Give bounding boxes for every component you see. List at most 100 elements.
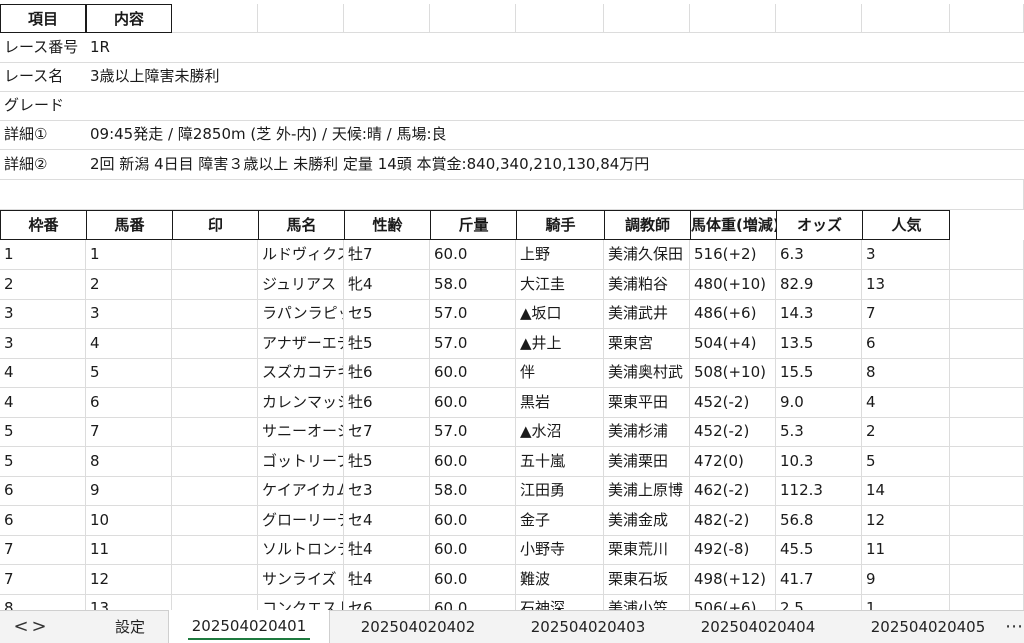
table-cell[interactable]: 6 xyxy=(86,387,172,418)
table-cell[interactable]: ケイアイカムイ xyxy=(258,476,344,506)
table-cell[interactable]: 5 xyxy=(862,446,950,477)
table-cell[interactable]: 480(+10) xyxy=(690,269,776,300)
info-label[interactable]: 詳細① xyxy=(0,120,86,150)
grid-cell[interactable] xyxy=(950,535,1024,565)
table-cell[interactable]: 498(+12) xyxy=(690,564,776,595)
table-cell[interactable]: 6 xyxy=(862,328,950,359)
table-cell[interactable]: 462(-2) xyxy=(690,476,776,506)
grid-cell[interactable] xyxy=(690,4,776,33)
info-value[interactable] xyxy=(86,91,1024,121)
table-cell[interactable]: 3 xyxy=(0,299,86,329)
table-cell[interactable] xyxy=(172,594,258,610)
table-cell[interactable]: 2 xyxy=(0,269,86,300)
table-cell[interactable]: 牡5 xyxy=(344,328,430,359)
grid-cell[interactable] xyxy=(950,269,1024,300)
spreadsheet-grid[interactable]: 項目 内容 レース番号 1R レース名 3歳以上障害未勝利 グレード 詳細① 09:45発走 /… xyxy=(0,0,1024,610)
table-cell[interactable] xyxy=(172,387,258,418)
table-cell[interactable]: 58.0 xyxy=(430,476,516,506)
table-cell[interactable]: 7 xyxy=(0,535,86,565)
table-cell[interactable]: 45.5 xyxy=(776,535,862,565)
table-cell[interactable]: 美浦杉浦 xyxy=(604,417,690,447)
info-label[interactable]: レース名 xyxy=(0,62,86,92)
table-cell[interactable]: 美浦久保田 xyxy=(604,240,690,270)
grid-cell[interactable] xyxy=(172,4,258,33)
table-cell[interactable]: 6 xyxy=(0,505,86,536)
table-cell[interactable]: 2 xyxy=(86,269,172,300)
table-cell[interactable]: 5 xyxy=(0,446,86,477)
info-label[interactable]: グレード xyxy=(0,91,86,121)
table-cell[interactable]: コンクエスト xyxy=(258,594,344,610)
table-cell[interactable]: セ7 xyxy=(344,417,430,447)
grid-cell[interactable] xyxy=(950,4,1024,33)
table-cell[interactable]: 492(-8) xyxy=(690,535,776,565)
table-cell[interactable]: 56.8 xyxy=(776,505,862,536)
table-cell[interactable]: 4 xyxy=(86,328,172,359)
table-cell[interactable]: ソルトロンテ xyxy=(258,535,344,565)
table-cell[interactable]: 美浦粕谷 xyxy=(604,269,690,300)
table-cell[interactable]: 486(+6) xyxy=(690,299,776,329)
grid-cell[interactable] xyxy=(950,358,1024,388)
table-cell[interactable]: 栗東荒川 xyxy=(604,535,690,565)
table-cell[interactable]: サニーオーシャン xyxy=(258,417,344,447)
grid-cell[interactable] xyxy=(776,4,862,33)
table-cell[interactable]: 504(+4) xyxy=(690,328,776,359)
grid-cell[interactable] xyxy=(258,4,344,33)
table-cell[interactable]: ▲井上 xyxy=(516,328,604,359)
table-cell[interactable]: 4 xyxy=(862,387,950,418)
table-cell[interactable]: 13.5 xyxy=(776,328,862,359)
table-cell[interactable]: 牡7 xyxy=(344,240,430,270)
table-cell[interactable]: 美浦金成 xyxy=(604,505,690,536)
info-value[interactable]: 2回 新潟 4日目 障害３歳以上 未勝利 定量 14頭 本賞金:840,340,… xyxy=(86,150,1024,180)
table-cell[interactable] xyxy=(172,328,258,359)
grid-cell[interactable] xyxy=(950,387,1024,418)
table-cell[interactable]: 4 xyxy=(0,387,86,418)
table-cell[interactable]: 60.0 xyxy=(430,535,516,565)
table-cell[interactable]: 14 xyxy=(862,476,950,506)
table-cell[interactable]: ▲坂口 xyxy=(516,299,604,329)
table-cell[interactable]: 美浦上原博 xyxy=(604,476,690,506)
table-cell[interactable]: 牡6 xyxy=(344,387,430,418)
table-cell[interactable]: 60.0 xyxy=(430,387,516,418)
table-cell[interactable]: 5 xyxy=(0,417,86,447)
table-cell[interactable]: 美浦小笠 xyxy=(604,594,690,610)
table-cell[interactable]: 60.0 xyxy=(430,505,516,536)
table-cell[interactable]: ゴットリープ xyxy=(258,446,344,477)
table-cell[interactable] xyxy=(172,476,258,506)
table-cell[interactable]: 41.7 xyxy=(776,564,862,595)
table-cell[interactable]: スズカコテキタイ xyxy=(258,358,344,388)
table-cell[interactable]: 牡6 xyxy=(344,358,430,388)
table-cell[interactable]: セ5 xyxy=(344,299,430,329)
tab-202504020403[interactable]: 202504020403 xyxy=(508,611,668,643)
info-value[interactable]: 09:45発走 / 障2850m (芝 外-内) / 天候:晴 / 馬場:良 xyxy=(86,120,1024,150)
info-label[interactable]: 詳細② xyxy=(0,150,86,180)
table-cell[interactable]: ▲水沼 xyxy=(516,417,604,447)
table-cell[interactable]: 栗東石坂 xyxy=(604,564,690,595)
table-cell[interactable]: 5.3 xyxy=(776,417,862,447)
grid-cell[interactable] xyxy=(862,4,950,33)
tab-202504020404[interactable]: 202504020404 xyxy=(678,611,838,643)
tab-202504020405[interactable]: 202504020405 xyxy=(848,611,1008,643)
table-cell[interactable]: 482(-2) xyxy=(690,505,776,536)
grid-cell[interactable] xyxy=(950,417,1024,447)
table-cell[interactable] xyxy=(172,535,258,565)
table-cell[interactable]: 13 xyxy=(86,594,172,610)
info-label[interactable]: レース番号 xyxy=(0,33,86,63)
table-cell[interactable]: 8 xyxy=(86,446,172,477)
table-cell[interactable]: 上野 xyxy=(516,240,604,270)
table-cell[interactable]: 57.0 xyxy=(430,328,516,359)
table-cell[interactable]: 美浦栗田 xyxy=(604,446,690,477)
table-cell[interactable]: 1 xyxy=(862,594,950,610)
more-tabs-icon[interactable]: ⋯ xyxy=(1004,611,1024,643)
table-cell[interactable]: カレンマッシヴ xyxy=(258,387,344,418)
tab-202504020401[interactable]: 202504020401 xyxy=(168,610,330,643)
table-cell[interactable]: 472(0) xyxy=(690,446,776,477)
table-cell[interactable]: 508(+10) xyxy=(690,358,776,388)
table-cell[interactable]: 美浦奥村武 xyxy=(604,358,690,388)
table-cell[interactable]: 60.0 xyxy=(430,594,516,610)
grid-cell[interactable] xyxy=(950,594,1024,610)
table-cell[interactable]: 60.0 xyxy=(430,358,516,388)
grid-cell[interactable] xyxy=(430,4,516,33)
grid-cell[interactable] xyxy=(344,4,430,33)
table-cell[interactable]: 60.0 xyxy=(430,446,516,477)
table-cell[interactable]: ルドヴィクス xyxy=(258,240,344,270)
